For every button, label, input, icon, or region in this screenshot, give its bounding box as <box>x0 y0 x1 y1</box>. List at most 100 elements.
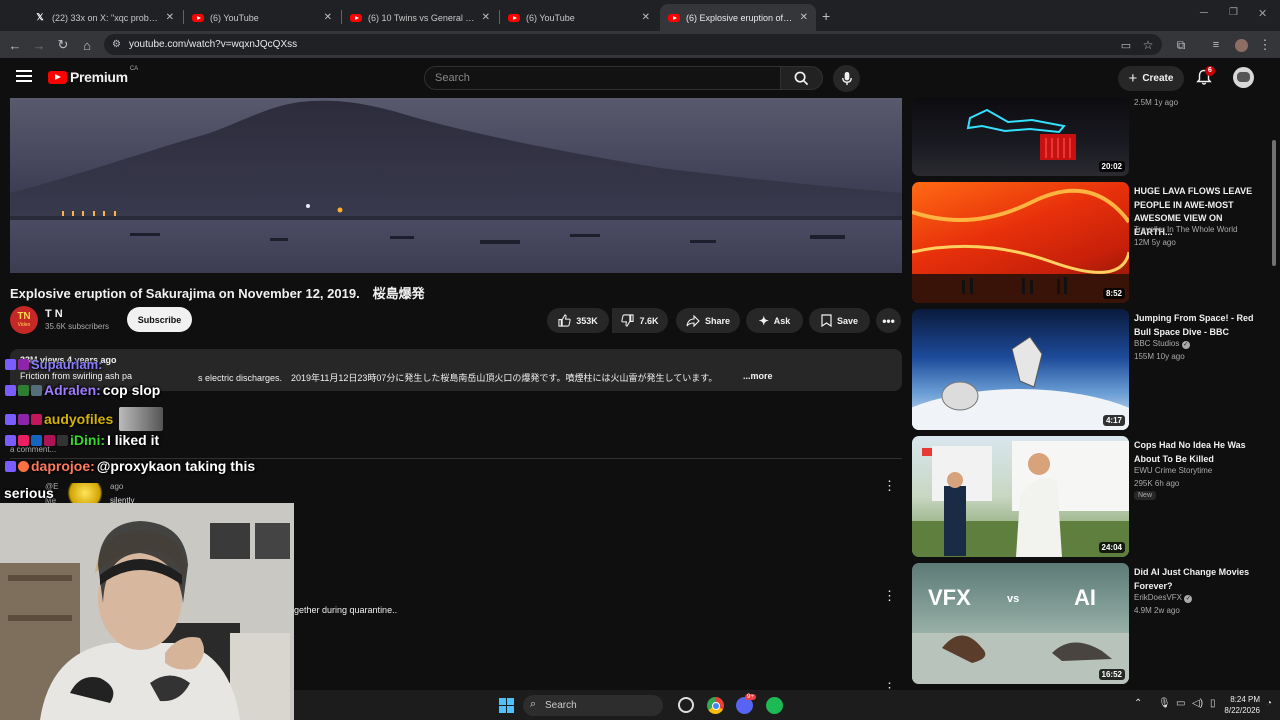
video-title[interactable]: Did AI Just Change Movies Forever? <box>1134 566 1262 593</box>
browser-tab[interactable]: 𝕏 (22) 33x on X: "xqc probably se ✕ <box>26 4 182 31</box>
emote-badge-icon <box>18 413 29 425</box>
volume-icon[interactable]: ◁) <box>1192 698 1203 709</box>
back-button[interactable]: ← <box>5 35 25 55</box>
channel-name[interactable]: EWU Crime Storytime <box>1134 466 1212 475</box>
browser-tab[interactable]: (6) YouTube ✕ <box>184 4 340 31</box>
forward-button[interactable]: → <box>29 35 49 55</box>
video-thumbnail[interactable]: 8:52 <box>912 182 1129 303</box>
taskbar-search[interactable]: ⌕ Search <box>523 695 663 716</box>
video-thumbnail[interactable]: VFX vs AI 16:52 <box>912 563 1129 684</box>
chrome-icon[interactable] <box>707 697 724 714</box>
more-actions-button[interactable]: ••• <box>876 308 901 333</box>
channel-avatar[interactable]: TN Video <box>10 306 38 334</box>
ask-button[interactable]: ✦ Ask <box>746 308 803 333</box>
like-button[interactable]: 353K <box>547 308 609 333</box>
streamer-webcam <box>0 503 294 720</box>
chat-text: @proxykaon taking this <box>96 458 256 474</box>
page-scrollbar[interactable] <box>1270 60 1278 690</box>
video-title[interactable]: Jumping From Space! - Red Bull Space Div… <box>1134 312 1262 339</box>
chevron-up-icon[interactable]: ⌃ <box>1134 698 1142 709</box>
search-input[interactable]: Search <box>424 66 781 90</box>
chat-username: daprojoe: <box>31 458 95 474</box>
close-window-button[interactable]: ✕ <box>1258 7 1267 20</box>
obs-icon[interactable] <box>678 697 694 713</box>
chat-message: Supaurlam: <box>5 357 103 372</box>
close-icon[interactable]: ✕ <box>800 12 808 23</box>
channel-name[interactable]: BBC Studios ✓ <box>1134 339 1190 349</box>
discord-icon[interactable]: 9+ <box>736 694 756 714</box>
network-icon[interactable]: ▭ <box>1176 698 1185 709</box>
create-button[interactable]: + Create <box>1118 66 1184 91</box>
related-video[interactable]: 20:02 2.5M 1y ago <box>912 98 1272 178</box>
ask-label: Ask <box>773 315 791 326</box>
dislike-count: 7.6K <box>639 315 659 326</box>
microphone-icon <box>841 71 852 86</box>
related-video[interactable]: 24:04 Cops Had No Idea He Was About To B… <box>912 436 1272 558</box>
channel-avatar-subtext: Video <box>17 322 31 328</box>
video-thumbnail[interactable]: 20:02 <box>912 98 1129 176</box>
account-avatar[interactable] <box>1233 67 1254 88</box>
profile-avatar-icon[interactable] <box>1231 35 1251 55</box>
video-thumbnail[interactable]: 4:17 <box>912 309 1129 430</box>
tab-title: (6) YouTube <box>526 12 575 23</box>
related-video[interactable]: 8:52 HUGE LAVA FLOWS LEAVE PEOPLE IN AWE… <box>912 182 1272 304</box>
address-bar[interactable]: ⚙ youtube.com/watch?v=wqxnJQcQXss <box>104 34 1162 55</box>
battery-icon[interactable]: ▯ <box>1210 698 1216 709</box>
search-button[interactable] <box>781 66 823 90</box>
new-tab-button[interactable]: + <box>822 8 830 24</box>
browser-tab-active[interactable]: (6) Explosive eruption of Sakura ✕ <box>660 4 816 31</box>
save-button[interactable]: Save <box>809 308 870 333</box>
media-controls-icon[interactable]: ≡ <box>1206 35 1226 55</box>
windows-start-icon[interactable] <box>499 698 514 713</box>
browser-tab[interactable]: (6) 10 Twins vs General Knowle ✕ <box>342 4 498 31</box>
notification-center-icon[interactable]: ◔ <box>1266 698 1272 709</box>
reload-button[interactable]: ↻ <box>53 35 73 55</box>
channel-name[interactable]: T N <box>45 308 63 320</box>
search-placeholder: Search <box>435 72 470 84</box>
extensions-icon[interactable]: ⧉ <box>1171 35 1191 55</box>
channel-avatar-text: TN <box>17 311 31 322</box>
scrollbar-thumb[interactable] <box>1272 140 1276 266</box>
notifications-button[interactable]: 6 <box>1196 66 1215 91</box>
video-title[interactable]: Cops Had No Idea He Was About To Be Kill… <box>1134 439 1262 466</box>
more-horizontal-icon: ••• <box>882 313 895 328</box>
browser-tab[interactable]: (6) YouTube ✕ <box>500 4 658 31</box>
related-video[interactable]: VFX vs AI 16:52 Did AI Just Change Movie… <box>912 563 1272 685</box>
comment-menu-icon[interactable]: ⋮ <box>883 478 896 494</box>
share-button[interactable]: Share <box>676 308 740 333</box>
home-button[interactable]: ⌂ <box>77 35 97 55</box>
chat-message: serious <box>4 483 108 503</box>
sparkle-icon: ✦ <box>758 313 769 328</box>
channel-name[interactable]: Traveller In The Whole World <box>1134 225 1237 234</box>
show-more-link[interactable]: ...more <box>743 371 773 381</box>
browser-menu-icon[interactable]: ⋮ <box>1255 35 1275 55</box>
site-info-icon[interactable]: ⚙ <box>112 39 121 50</box>
emote-badge-icon <box>18 359 29 370</box>
channel-name[interactable]: ErikDoesVFX ✓ <box>1134 593 1193 603</box>
video-player[interactable] <box>10 98 902 273</box>
system-clock[interactable]: 8:24 PM 8/22/2026 <box>1218 694 1260 716</box>
chat-text: cop slop <box>102 382 161 398</box>
close-icon[interactable]: ✕ <box>642 12 650 23</box>
related-video[interactable]: 4:17 Jumping From Space! - Red Bull Spac… <box>912 309 1272 431</box>
youtube-premium-logo[interactable]: Premium CA <box>48 66 138 85</box>
close-icon[interactable]: ✕ <box>482 12 490 23</box>
description-text: s electric discharges. 2019年11月12日23時07分… <box>198 373 718 383</box>
hamburger-menu-icon[interactable] <box>16 70 32 82</box>
tab-title: (6) YouTube <box>210 12 259 23</box>
bookmark-star-icon[interactable]: ☆ <box>1138 35 1158 55</box>
comment-menu-icon[interactable]: ⋮ <box>883 588 896 604</box>
microphone-icon[interactable]: 🎙︎ <box>1158 698 1171 709</box>
minimize-button[interactable]: ─ <box>1200 7 1208 19</box>
close-icon[interactable]: ✕ <box>166 12 174 23</box>
restore-button[interactable]: ❐ <box>1229 7 1238 18</box>
voice-search-button[interactable] <box>833 65 860 92</box>
subscribe-button[interactable]: Subscribe <box>127 307 192 332</box>
video-thumbnail[interactable]: 24:04 <box>912 436 1129 557</box>
spotify-icon[interactable] <box>766 697 783 714</box>
dislike-button[interactable]: 7.6K <box>612 308 668 333</box>
cast-icon[interactable]: ▭ <box>1116 35 1136 55</box>
chat-message: Adralen: cop slop <box>5 382 160 398</box>
logo-text: Premium <box>70 69 128 85</box>
close-icon[interactable]: ✕ <box>324 12 332 23</box>
